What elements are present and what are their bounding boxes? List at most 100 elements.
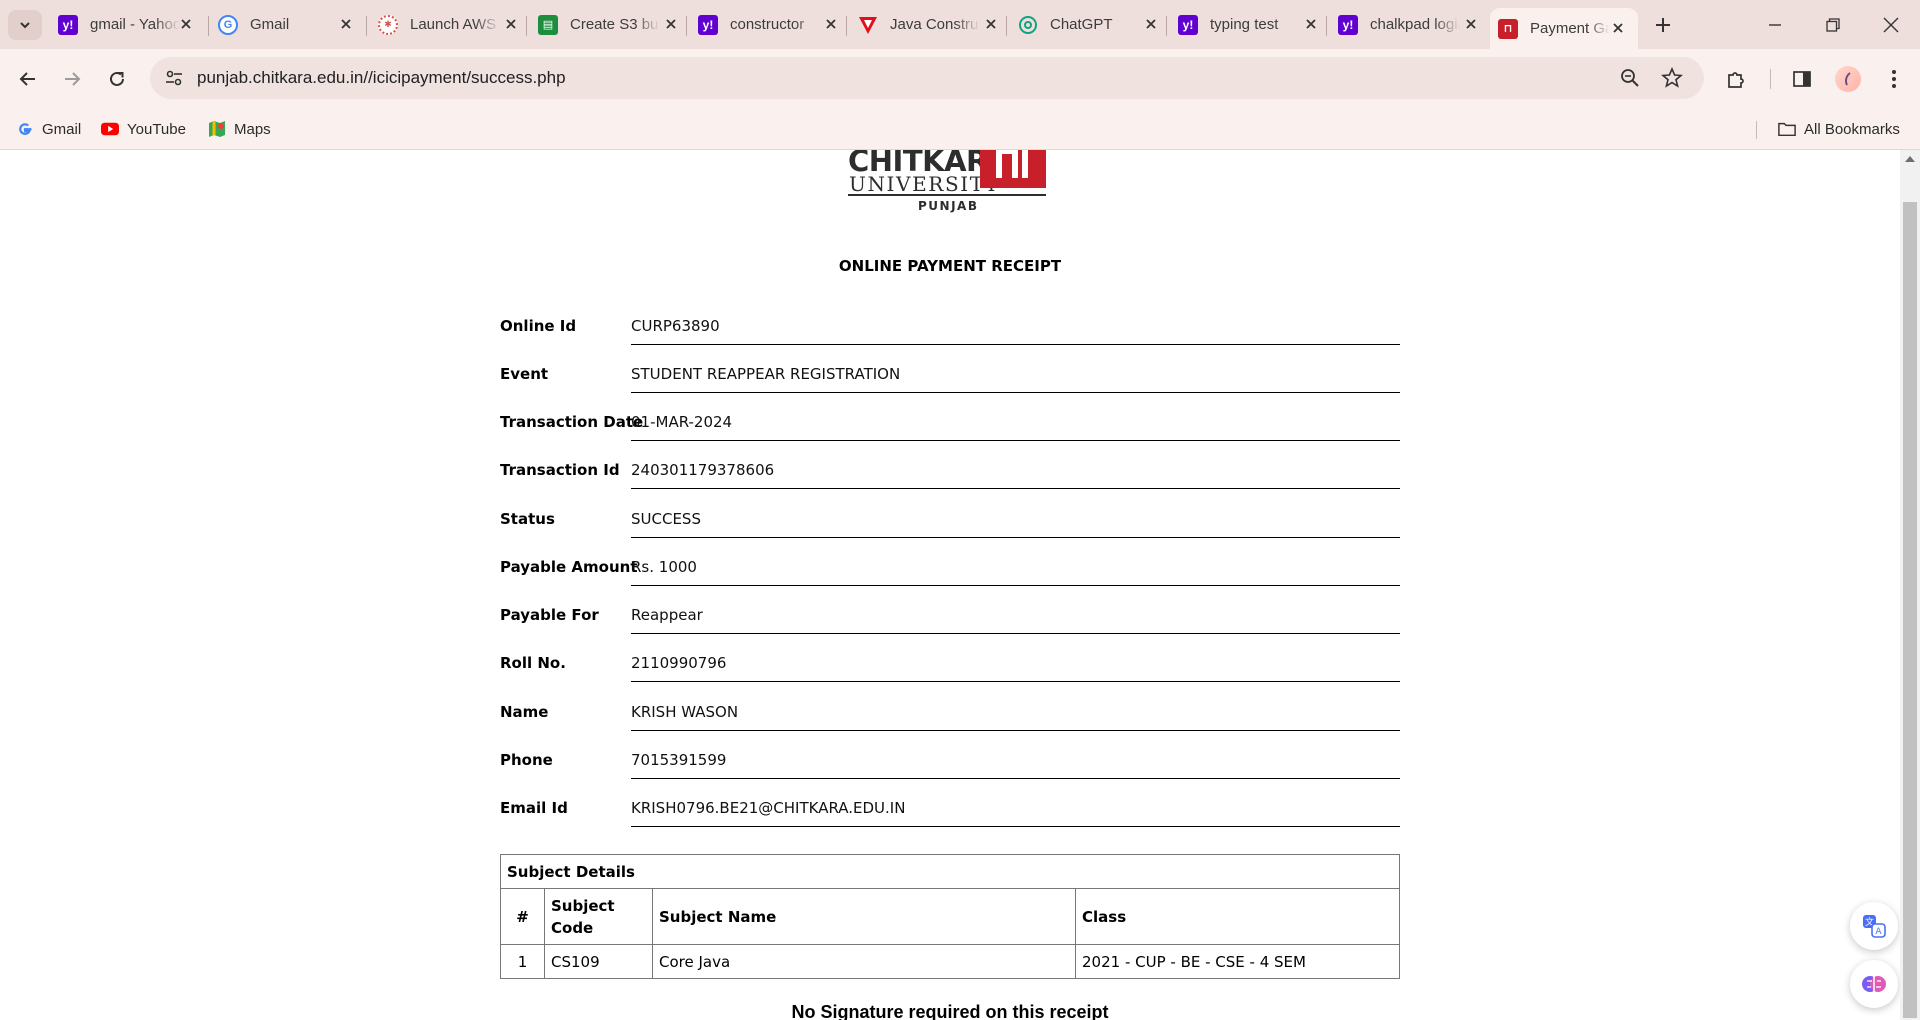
toolbar-separator [1770,69,1771,89]
scrollbar-thumb[interactable] [1903,202,1917,1018]
close-tab-icon[interactable] [336,14,356,34]
tab-gmail[interactable]: G Gmail [218,8,358,41]
tab-strip: y! gmail - Yahoo Search Results G Gmail … [0,0,1920,49]
field-name: Name KRISH WASON [500,695,1400,743]
field-underline [631,730,1400,731]
tab-separator [846,16,847,36]
bookmarks-bar: Gmail YouTube Maps All Bookmarks [0,108,1920,150]
bookmark-gmail[interactable]: Gmail [16,119,81,139]
field-underline [631,537,1400,538]
close-tab-icon[interactable] [981,14,1001,34]
bookmark-star-icon[interactable] [1660,66,1684,90]
field-payable-amount: Payable Amount Rs. 1000 [500,550,1400,598]
tab-separator [208,16,209,36]
bookmark-maps[interactable]: Maps [208,119,271,139]
tab-separator [366,16,367,36]
yahoo-icon: y! [58,14,78,35]
close-tab-icon[interactable] [176,14,196,34]
receipt-title: ONLINE PAYMENT RECEIPT [838,257,1062,275]
tab-separator [686,16,687,36]
close-tab-icon[interactable] [501,14,521,34]
restore-button[interactable] [1820,12,1846,38]
tab-create-s3[interactable]: ▤ Create S3 bucket [538,8,683,41]
more-vert-icon [1892,70,1896,88]
back-button[interactable] [12,63,44,95]
field-underline [631,778,1400,779]
field-underline [631,440,1400,441]
brain-icon [1862,976,1886,992]
field-online-id: Online Id CURP63890 [500,309,1400,357]
close-tab-icon[interactable] [821,14,841,34]
triangle-icon [859,16,877,34]
reload-button[interactable] [101,63,133,95]
puzzle-icon [1728,72,1744,88]
chitkara-icon: ⊓ [1498,18,1518,39]
arrow-right-icon [65,72,81,86]
site-info-icon[interactable] [162,66,186,90]
tab-payment-gateway[interactable]: ⊓ Payment Gateway [1490,8,1638,49]
bookmarks-separator [1756,121,1757,139]
tab-separator [1006,16,1007,36]
reload-icon [110,71,124,86]
tab-typing-test[interactable]: y! typing test [1178,8,1323,41]
minimize-button[interactable] [1762,12,1788,38]
tab-search-button[interactable] [8,10,42,40]
close-tab-icon[interactable] [1141,14,1161,34]
field-phone: Phone 7015391599 [500,743,1400,791]
side-panel-icon [1793,71,1811,87]
column-header-subject-code: Subject Code [544,888,653,945]
chevron-down-icon [20,22,30,29]
all-bookmarks-button[interactable]: All Bookmarks [1778,119,1900,139]
ai-assistant-button[interactable] [1850,960,1898,1008]
close-tab-icon[interactable] [1608,18,1628,38]
translate-icon: 文A [1863,915,1886,938]
field-underline [631,681,1400,682]
bookmark-youtube[interactable]: YouTube [101,119,186,139]
maps-icon [208,120,226,138]
url-text[interactable]: punjab.chitkara.edu.in//icicipayment/suc… [197,68,566,88]
page-scrollbar[interactable] [1900,150,1920,1020]
menu-button[interactable] [1878,63,1910,95]
yahoo-icon: y! [698,14,718,35]
field-transaction-id: Transaction Id 240301179378606 [500,453,1400,501]
close-tab-icon[interactable] [1461,14,1481,34]
youtube-icon [101,120,119,138]
zoom-icon[interactable] [1618,66,1642,90]
scroll-up-arrow-icon[interactable] [1905,156,1915,162]
tab-separator [1166,16,1167,36]
field-underline [631,488,1400,489]
field-underline [631,392,1400,393]
table-header-row: # Subject Code Subject Name Class [500,888,1400,945]
extensions-button[interactable] [1720,63,1752,95]
translate-button[interactable]: 文A [1850,902,1898,950]
tab-launch-aws[interactable]: ✱ Launch AWS [378,8,523,41]
aws-icon: ✱ [378,14,398,35]
tab-java-constructors[interactable]: Java Constructors [858,8,1003,41]
svg-text:A: A [1875,927,1882,937]
new-tab-button[interactable] [1650,12,1676,38]
profile-avatar[interactable] [1835,66,1861,92]
yahoo-icon: y! [1338,14,1358,35]
tab-separator [1326,16,1327,36]
page-content: CHITKARA UNIVERSITY PUNJAB ONLINE PAYMEN… [0,150,1900,1020]
table-row: 1 CS109 Core Java 2021 - CUP - BE - CSE … [500,944,1400,979]
side-panel-button[interactable] [1786,63,1818,95]
close-window-button[interactable] [1878,12,1904,38]
plus-icon [1656,18,1670,32]
column-header-subject-name: Subject Name [652,888,1076,945]
forward-button[interactable] [56,63,88,95]
chitkara-logo: CHITKARA UNIVERSITY PUNJAB [848,150,1048,218]
chitkara-logo-mark [980,150,1046,188]
close-tab-icon[interactable] [661,14,681,34]
tab-chalkpad[interactable]: y! chalkpad login [1338,8,1483,41]
address-bar[interactable]: punjab.chitkara.edu.in//icicipayment/suc… [150,57,1704,99]
cell-subject-name: Core Java [652,944,1076,979]
no-signature-note: No Signature required on this receipt [791,1002,1109,1020]
close-tab-icon[interactable] [1301,14,1321,34]
tab-gmail-yahoo[interactable]: y! gmail - Yahoo Search Results [58,8,208,41]
table-caption-row: Subject Details [500,854,1400,889]
close-icon [1883,17,1899,33]
field-roll-no: Roll No. 2110990796 [500,646,1400,694]
tab-chatgpt[interactable]: ChatGPT [1018,8,1163,41]
tab-constructor[interactable]: y! constructor [698,8,843,41]
